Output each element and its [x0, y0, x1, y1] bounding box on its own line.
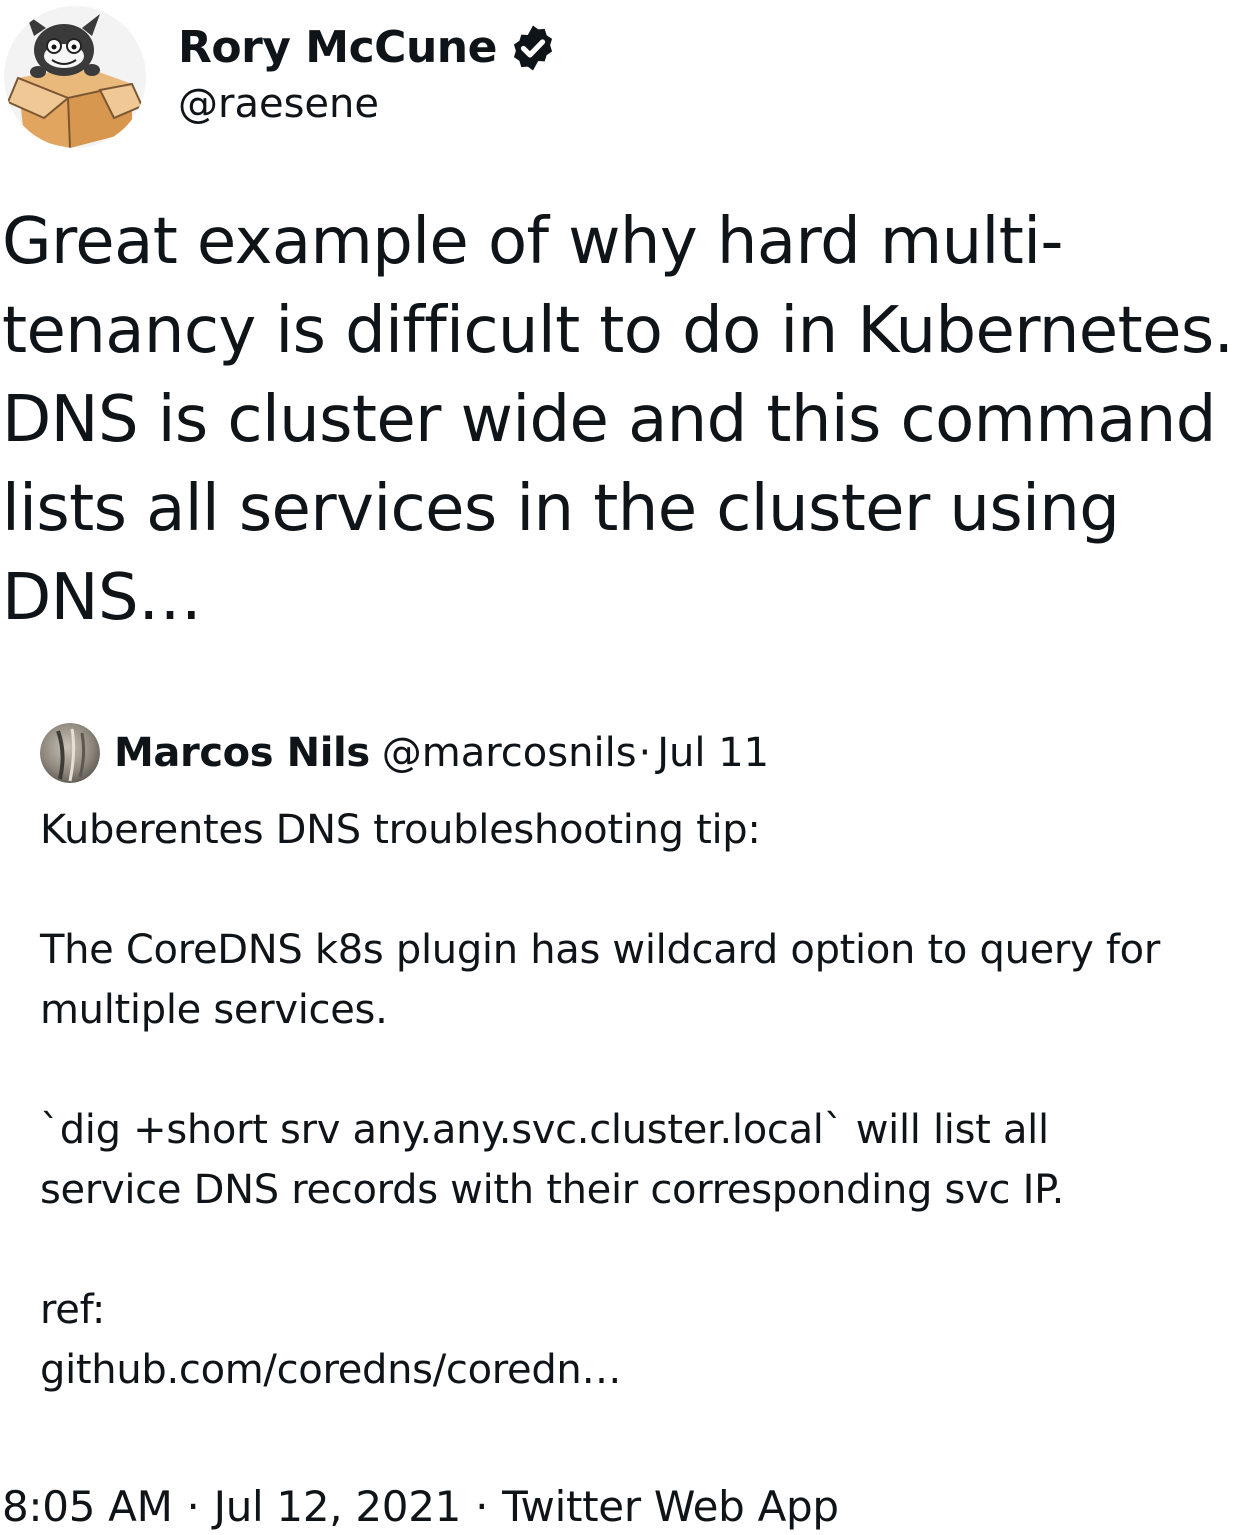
author-handle[interactable]: @raesene	[178, 78, 379, 130]
verified-badge-icon	[513, 25, 553, 71]
author-name-row: Rory McCune	[178, 20, 559, 76]
user-photo-avatar-icon	[40, 723, 100, 783]
quoted-tweet-date[interactable]: Jul 11	[657, 727, 769, 779]
quoted-author-avatar[interactable]	[40, 723, 100, 783]
meta-separator: ·	[186, 1482, 200, 1531]
author-display-name[interactable]: Rory McCune	[178, 20, 497, 76]
quoted-paragraph: `dig +short srv any.any.svc.cluster.loca…	[40, 1107, 1065, 1213]
author-avatar[interactable]	[4, 6, 146, 148]
tweet-time[interactable]: 8:05 AM	[2, 1482, 173, 1531]
quoted-author-handle[interactable]: @marcosnils	[382, 727, 637, 779]
meta-separator: ·	[475, 1482, 489, 1531]
quoted-author-display-name[interactable]: Marcos Nils	[114, 727, 370, 779]
quoted-ref-label: ref:	[40, 1287, 106, 1333]
quoted-paragraph: The CoreDNS k8s plugin has wildcard opti…	[40, 927, 1160, 1033]
cartoon-box-character-avatar-icon	[4, 6, 146, 148]
quoted-paragraph: Kuberentes DNS troubleshooting tip:	[40, 807, 761, 853]
tweet-source[interactable]: Twitter Web App	[502, 1482, 839, 1531]
tweet-metadata: 8:05 AM · Jul 12, 2021 · Twitter Web App	[2, 1480, 839, 1534]
quoted-tweet-header[interactable]: Marcos Nils @marcosnils · Jul 11	[40, 722, 769, 784]
quoted-ref: ref: github.com/coredns/coredn…	[40, 1280, 1230, 1400]
tweet-text: Great example of why hard multi- tenancy…	[2, 205, 1234, 635]
quoted-tweet-body[interactable]: Kuberentes DNS troubleshooting tip: The …	[40, 800, 1230, 1400]
tweet-date[interactable]: Jul 12, 2021	[214, 1482, 462, 1531]
quoted-ref-link[interactable]: github.com/coredns/coredn…	[40, 1347, 621, 1393]
quoted-separator: ·	[638, 730, 652, 776]
